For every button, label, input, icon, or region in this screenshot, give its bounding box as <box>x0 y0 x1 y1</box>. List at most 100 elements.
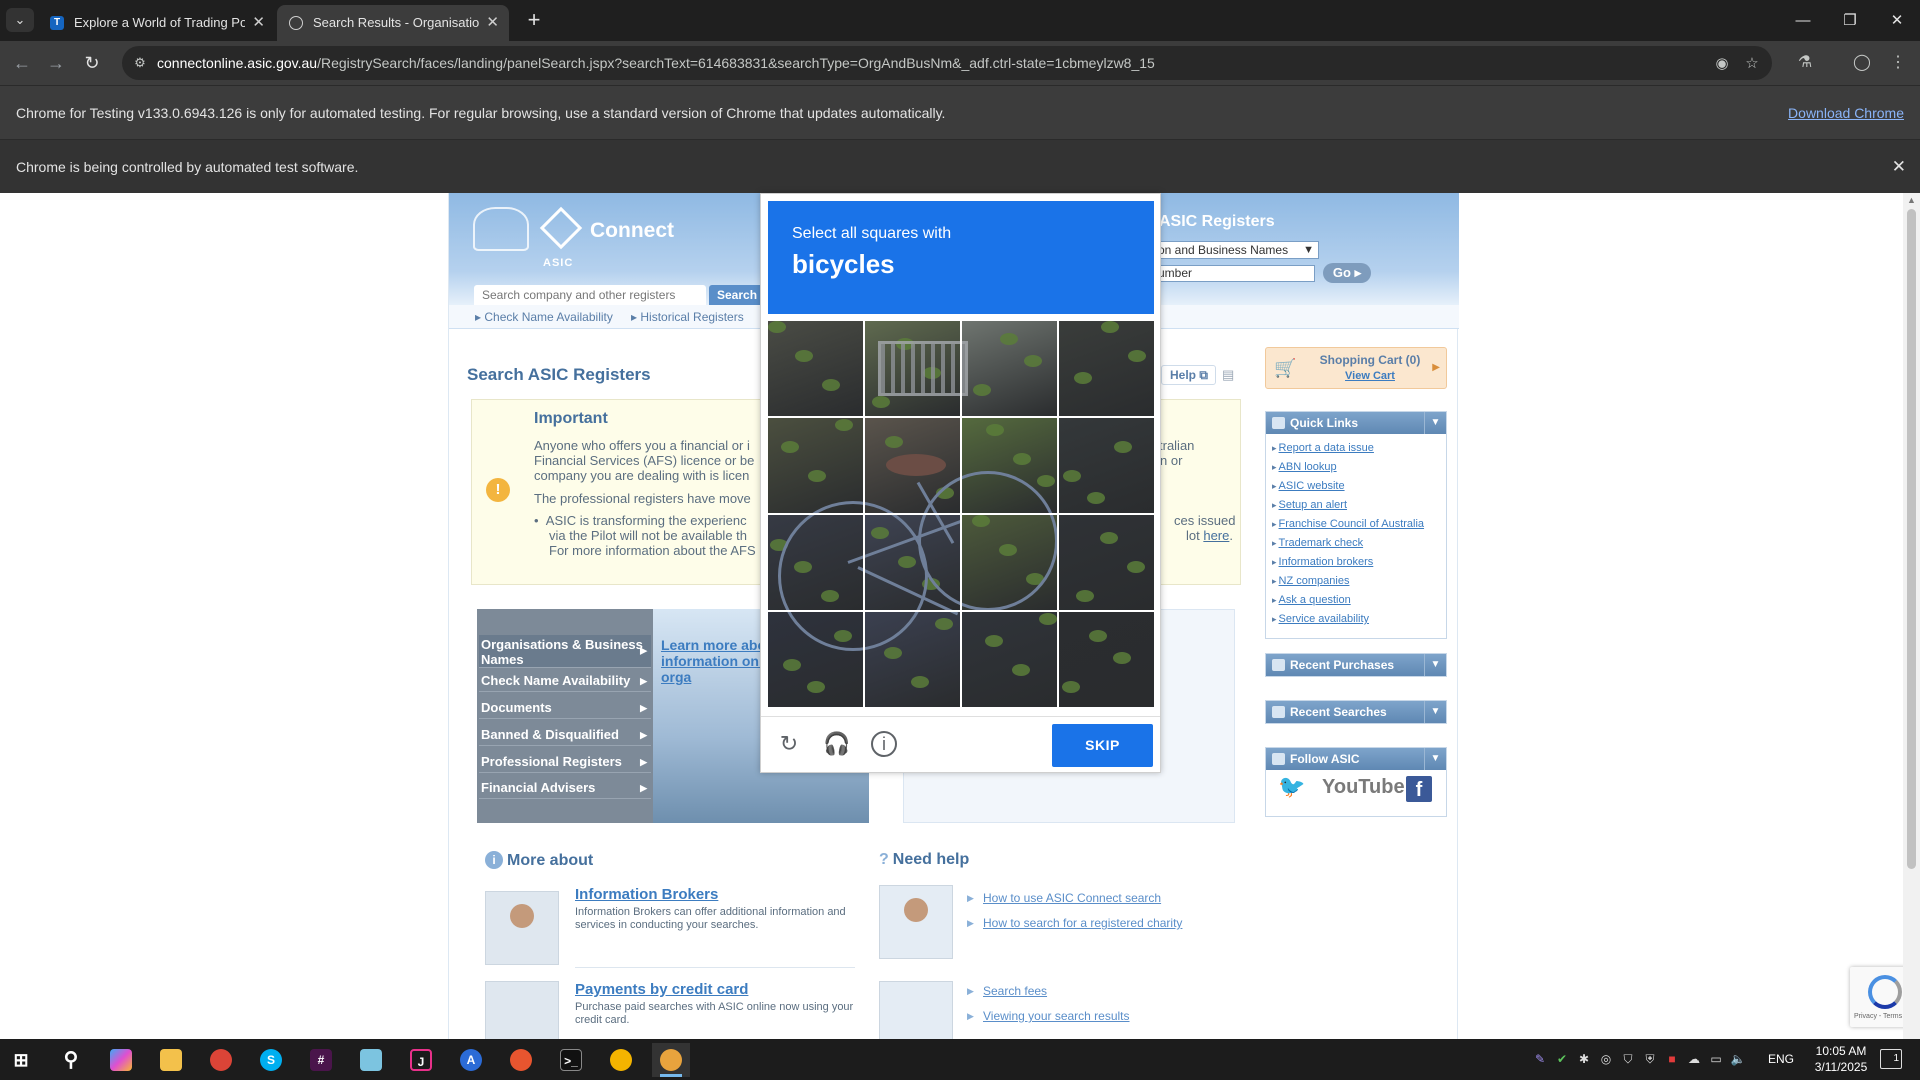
page-scrollbar[interactable]: ▲ <box>1903 193 1920 1039</box>
close-infobar-icon[interactable]: ✕ <box>1892 140 1906 194</box>
payments-credit-card-link[interactable]: Payments by credit card <box>575 981 748 998</box>
quick-links-header[interactable]: Quick Links ▼ <box>1266 412 1446 434</box>
twitter-icon[interactable]: 🐦 <box>1278 774 1305 800</box>
shopping-cart[interactable]: 🛒 Shopping Cart (0) View Cart ▶ <box>1265 347 1447 389</box>
check-circle-icon[interactable]: ✔ <box>1554 1051 1570 1067</box>
app-store-icon[interactable]: A <box>452 1043 490 1077</box>
challenge-tile[interactable] <box>962 321 1057 416</box>
quick-link-report-data-issue[interactable]: Report a data issue <box>1272 442 1374 454</box>
profile-icon[interactable]: ◯ <box>1852 53 1872 73</box>
help-link-search-fees[interactable]: Search fees <box>983 984 1047 998</box>
information-brokers-link[interactable]: Information Brokers <box>575 886 718 903</box>
skype-icon[interactable]: S <box>252 1043 290 1077</box>
tab-search-button[interactable]: ⌄ <box>6 8 34 32</box>
notes-app-icon[interactable] <box>352 1043 390 1077</box>
bookmark-star-icon[interactable]: ☆ <box>1742 54 1762 74</box>
follow-asic-header[interactable]: Follow ASIC ▼ <box>1266 748 1446 770</box>
facebook-icon[interactable]: f <box>1406 776 1432 802</box>
recaptcha-terms[interactable]: Privacy - Terms <box>1854 1013 1902 1020</box>
chrome-testing-icon[interactable] <box>652 1043 690 1077</box>
scrollbar-thumb[interactable] <box>1907 209 1916 869</box>
language-indicator[interactable]: ENG <box>1768 1039 1794 1080</box>
tab-search-results[interactable]: Search Results - Organisations ✕ <box>277 5 509 41</box>
site-info-icon[interactable]: ⚙ <box>132 55 148 71</box>
menu-icon[interactable]: ⋮ <box>1888 53 1908 73</box>
shield-icon[interactable]: ⛉ <box>1620 1051 1636 1067</box>
video-app-icon[interactable]: ■ <box>1664 1051 1680 1067</box>
clock[interactable]: 10:05 AM 3/11/2025 <box>1806 1043 1876 1075</box>
menu-check-name-availability[interactable]: Check Name Availability ▶ <box>479 670 651 692</box>
quick-link-asic-website[interactable]: ASIC website <box>1272 480 1345 492</box>
flask-icon[interactable]: ⚗ <box>1795 53 1815 73</box>
download-chrome-link[interactable]: Download Chrome <box>1788 86 1904 140</box>
quick-link-information-brokers[interactable]: Information brokers <box>1272 556 1374 568</box>
cloud-off-icon[interactable]: ☁ <box>1686 1051 1702 1067</box>
challenge-tile[interactable] <box>1059 612 1154 707</box>
challenge-tile[interactable] <box>1059 515 1154 610</box>
challenge-tile[interactable] <box>1059 418 1154 513</box>
volume-icon[interactable]: 🔈 <box>1730 1051 1746 1067</box>
quick-link-setup-alert[interactable]: Setup an alert <box>1272 499 1348 511</box>
menu-documents[interactable]: Documents ▶ <box>479 697 651 719</box>
help-link-viewing-results[interactable]: Viewing your search results <box>983 1009 1130 1023</box>
chevron-down-icon[interactable]: ▼ <box>1424 654 1446 676</box>
network-icon[interactable]: ▭ <box>1708 1051 1724 1067</box>
menu-professional-registers[interactable]: Professional Registers ▶ <box>479 751 651 773</box>
quick-link-franchise-council[interactable]: Franchise Council of Australia <box>1272 518 1425 530</box>
quick-link-nz-companies[interactable]: NZ companies <box>1272 575 1350 587</box>
help-link-charity[interactable]: How to search for a registered charity <box>983 916 1182 930</box>
info-icon[interactable]: i <box>871 731 897 757</box>
copilot-icon[interactable] <box>102 1043 140 1077</box>
scroll-up-icon[interactable]: ▲ <box>1907 195 1916 205</box>
go-button[interactable]: Go ▸ <box>1323 263 1371 283</box>
security-icon[interactable]: ⛨ <box>1642 1051 1658 1067</box>
help-link-asic-search[interactable]: How to use ASIC Connect search <box>983 891 1161 905</box>
file-explorer-icon[interactable] <box>152 1043 190 1077</box>
tab-explore-trading[interactable]: T Explore a World of Trading Pos ✕ <box>38 5 275 41</box>
network-share-icon[interactable]: ✱ <box>1576 1051 1592 1067</box>
challenge-tile[interactable] <box>768 321 863 416</box>
chrome-app-icon[interactable] <box>202 1043 240 1077</box>
help-button[interactable]: Help ⧉ <box>1161 365 1216 385</box>
quick-link-service-availability[interactable]: Service availability <box>1272 613 1369 625</box>
pen-icon[interactable]: ✎ <box>1532 1051 1548 1067</box>
menu-financial-advisers[interactable]: Financial Advisers ▶ <box>479 777 651 799</box>
audio-challenge-icon[interactable]: 🎧 <box>823 730 851 758</box>
recent-searches-header[interactable]: Recent Searches ▼ <box>1266 701 1446 723</box>
reload-button[interactable]: ↻ <box>78 49 106 77</box>
restore-button[interactable]: ❐ <box>1827 0 1873 41</box>
forward-button[interactable]: → <box>42 49 70 77</box>
quick-link-trademark-check[interactable]: Trademark check <box>1272 537 1364 549</box>
here-link[interactable]: here <box>1203 528 1229 543</box>
skip-button[interactable]: SKIP <box>1052 724 1153 767</box>
site-search-input[interactable]: Search company and other registers <box>474 285 706 305</box>
address-bar[interactable]: ⚙ connectonline.asic.gov.au/RegistrySear… <box>122 46 1772 80</box>
close-tab-icon[interactable]: ✕ <box>252 5 265 41</box>
chrome-icon[interactable] <box>602 1043 640 1077</box>
paint-app-icon[interactable] <box>502 1043 540 1077</box>
jetbrains-icon[interactable]: J <box>402 1043 440 1077</box>
terminal-icon[interactable]: >_ <box>552 1043 590 1077</box>
print-icon[interactable]: ▤ <box>1222 367 1240 383</box>
historical-registers-link[interactable]: ▸ Historical Registers <box>631 305 744 329</box>
search-icon[interactable]: ⚲ <box>52 1043 90 1077</box>
view-cart-link[interactable]: View Cart <box>1310 370 1430 382</box>
menu-banned-disqualified[interactable]: Banned & Disqualified ▶ <box>479 724 651 746</box>
close-tab-icon[interactable]: ✕ <box>486 5 499 41</box>
chevron-down-icon[interactable]: ▼ <box>1424 412 1446 434</box>
slack-icon[interactable]: # <box>302 1043 340 1077</box>
register-type-select[interactable]: on and Business Names ▼ <box>1151 241 1319 259</box>
minimize-button[interactable]: — <box>1780 0 1826 41</box>
notification-center-icon[interactable]: 1 <box>1880 1049 1902 1069</box>
sync-icon[interactable]: ◎ <box>1598 1051 1614 1067</box>
chevron-down-icon[interactable]: ▼ <box>1424 701 1446 723</box>
quick-link-abn-lookup[interactable]: ABN lookup <box>1272 461 1337 473</box>
check-name-availability-link[interactable]: ▸ Check Name Availability <box>475 305 613 329</box>
windows-start-icon[interactable]: ⊞ <box>2 1043 40 1077</box>
register-number-input[interactable]: umber <box>1151 265 1315 282</box>
new-tab-button[interactable]: + <box>520 6 548 34</box>
back-button[interactable]: ← <box>8 49 36 77</box>
close-window-button[interactable]: ✕ <box>1874 0 1920 41</box>
challenge-tile[interactable] <box>962 612 1057 707</box>
menu-organisations-business-names[interactable]: Organisations & Business Names ▶ <box>479 635 651 668</box>
